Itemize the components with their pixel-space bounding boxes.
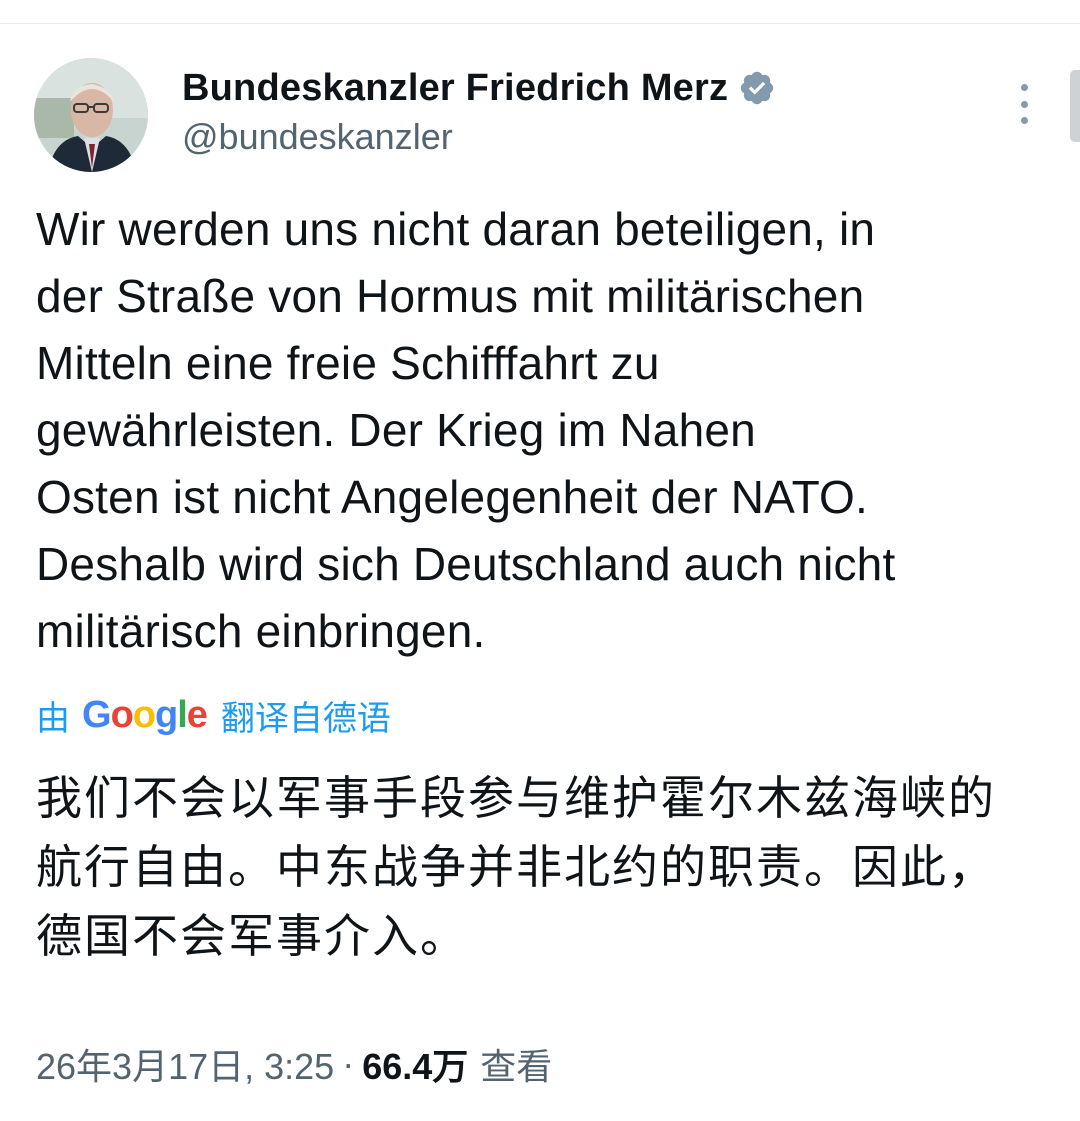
view-count: 66.4万 (362, 1046, 469, 1087)
more-options-button[interactable] (1010, 84, 1038, 124)
verified-badge-icon (738, 69, 776, 107)
meta-separator: · (342, 1043, 355, 1084)
tweet-body-text: Wir werden uns nicht daran beteiligen, i… (36, 203, 896, 657)
views-label: 查看 (480, 1046, 553, 1087)
author-handle[interactable]: @bundeskanzler (182, 116, 776, 158)
tweet-meta: 26年3月17日, 3:25 · 66.4万 查看 (36, 1038, 552, 1090)
top-divider (0, 23, 1080, 24)
more-vertical-icon (1020, 84, 1028, 91)
translation-prefix: 由 (36, 698, 70, 739)
author-display-name[interactable]: Bundeskanzler Friedrich Merz (182, 67, 728, 110)
tweet-header: Bundeskanzler Friedrich Merz @bundeskanz… (182, 62, 776, 158)
more-vertical-icon-dot (1020, 117, 1028, 124)
scrollbar-thumb[interactable] (1070, 70, 1080, 142)
translation-suffix: 翻译自德语 (220, 698, 391, 739)
more-vertical-icon-dot (1020, 100, 1028, 108)
avatar[interactable] (34, 58, 148, 172)
avatar-portrait-icon (34, 58, 148, 172)
translation-attribution[interactable]: 由 Google 翻译自德语 (36, 690, 391, 740)
google-logo: Google (82, 693, 208, 736)
tweet-timestamp[interactable]: 26年3月17日, 3:25 (36, 1038, 334, 1090)
author-name-row: Bundeskanzler Friedrich Merz (182, 62, 776, 114)
translated-text: 我们不会以军事手段参与维护霍尔木兹海峡的航行自由。中东战争并非北约的职责。因此，… (36, 771, 996, 963)
